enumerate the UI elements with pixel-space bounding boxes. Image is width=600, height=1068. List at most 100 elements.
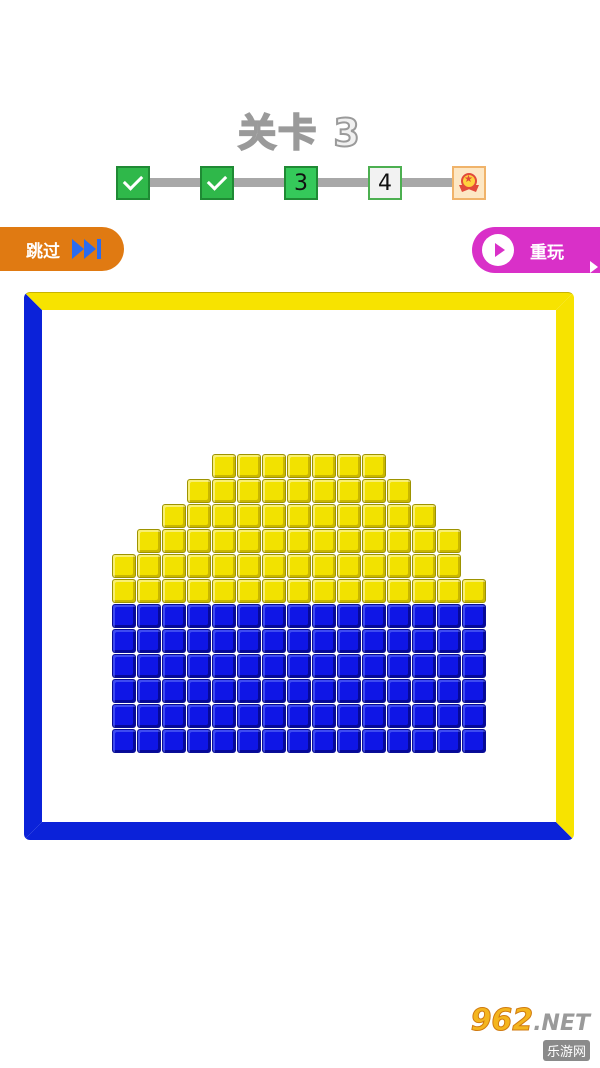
grid-cell[interactable]	[312, 454, 336, 478]
grid-cell[interactable]	[187, 579, 211, 603]
grid-cell[interactable]	[462, 629, 486, 653]
grid-cell[interactable]	[287, 504, 311, 528]
grid-cell[interactable]	[112, 679, 136, 703]
grid-cell[interactable]	[437, 704, 461, 728]
grid-cell[interactable]	[412, 554, 436, 578]
grid-cell[interactable]	[387, 629, 411, 653]
grid-cell[interactable]	[212, 729, 236, 753]
grid-cell[interactable]	[112, 654, 136, 678]
grid-cell[interactable]	[387, 529, 411, 553]
grid-cell[interactable]	[462, 604, 486, 628]
grid-cell[interactable]	[262, 579, 286, 603]
grid-cell[interactable]	[412, 604, 436, 628]
grid-cell[interactable]	[287, 679, 311, 703]
grid-cell[interactable]	[312, 704, 336, 728]
grid-cell[interactable]	[462, 729, 486, 753]
grid-cell[interactable]	[137, 729, 161, 753]
grid-cell[interactable]	[337, 479, 361, 503]
grid-cell[interactable]	[337, 554, 361, 578]
grid-cell[interactable]	[462, 704, 486, 728]
grid-cell[interactable]	[262, 679, 286, 703]
grid-cell[interactable]	[362, 554, 386, 578]
grid-cell[interactable]	[162, 704, 186, 728]
grid-cell[interactable]	[187, 479, 211, 503]
grid-cell[interactable]	[412, 704, 436, 728]
grid-cell[interactable]	[237, 604, 261, 628]
grid-cell[interactable]	[237, 554, 261, 578]
grid-cell[interactable]	[137, 579, 161, 603]
grid-cell[interactable]	[287, 654, 311, 678]
grid-cell[interactable]	[162, 654, 186, 678]
grid-cell[interactable]	[187, 529, 211, 553]
grid-cell[interactable]	[287, 454, 311, 478]
grid-cell[interactable]	[337, 679, 361, 703]
grid-cell[interactable]	[112, 704, 136, 728]
grid-cell[interactable]	[262, 654, 286, 678]
grid-cell[interactable]	[237, 629, 261, 653]
grid-cell[interactable]	[162, 504, 186, 528]
grid-cell[interactable]	[237, 654, 261, 678]
grid-cell[interactable]	[337, 529, 361, 553]
grid-cell[interactable]	[162, 729, 186, 753]
grid-cell[interactable]	[312, 579, 336, 603]
grid-cell[interactable]	[212, 529, 236, 553]
grid-cell[interactable]	[212, 604, 236, 628]
grid-cell[interactable]	[287, 554, 311, 578]
grid-cell[interactable]	[362, 604, 386, 628]
grid-cell[interactable]	[412, 629, 436, 653]
grid-cell[interactable]	[212, 504, 236, 528]
grid-cell[interactable]	[137, 529, 161, 553]
grid-cell[interactable]	[162, 629, 186, 653]
grid-cell[interactable]	[212, 554, 236, 578]
grid-cell[interactable]	[337, 654, 361, 678]
grid-cell[interactable]	[362, 629, 386, 653]
grid-cell[interactable]	[412, 729, 436, 753]
grid-cell[interactable]	[262, 454, 286, 478]
grid-cell[interactable]	[312, 729, 336, 753]
grid-cell[interactable]	[112, 554, 136, 578]
grid-cell[interactable]	[212, 629, 236, 653]
grid-cell[interactable]	[412, 504, 436, 528]
grid-cell[interactable]	[462, 579, 486, 603]
grid-cell[interactable]	[337, 704, 361, 728]
grid-cell[interactable]	[137, 554, 161, 578]
grid-cell[interactable]	[287, 579, 311, 603]
grid-cell[interactable]	[312, 554, 336, 578]
grid-cell[interactable]	[412, 529, 436, 553]
grid-cell[interactable]	[187, 654, 211, 678]
grid-cell[interactable]	[462, 654, 486, 678]
grid-cell[interactable]	[337, 729, 361, 753]
grid-cell[interactable]	[337, 604, 361, 628]
grid-cell[interactable]	[412, 679, 436, 703]
grid-cell[interactable]	[337, 454, 361, 478]
grid-cell[interactable]	[312, 679, 336, 703]
grid-cell[interactable]	[337, 579, 361, 603]
grid-cell[interactable]	[362, 479, 386, 503]
grid-cell[interactable]	[137, 704, 161, 728]
grid-cell[interactable]	[162, 579, 186, 603]
grid-cell[interactable]	[112, 729, 136, 753]
grid-cell[interactable]	[362, 579, 386, 603]
grid-cell[interactable]	[212, 679, 236, 703]
grid-cell[interactable]	[237, 479, 261, 503]
grid-cell[interactable]	[187, 554, 211, 578]
grid-cell[interactable]	[187, 629, 211, 653]
grid-cell[interactable]	[287, 604, 311, 628]
grid-cell[interactable]	[137, 629, 161, 653]
grid-cell[interactable]	[437, 679, 461, 703]
grid-cell[interactable]	[262, 529, 286, 553]
grid-cell[interactable]	[162, 679, 186, 703]
grid-cell[interactable]	[212, 704, 236, 728]
grid-cell[interactable]	[187, 604, 211, 628]
grid-cell[interactable]	[362, 654, 386, 678]
grid-cell[interactable]	[187, 729, 211, 753]
grid-cell[interactable]	[262, 729, 286, 753]
grid-cell[interactable]	[287, 529, 311, 553]
grid-cell[interactable]	[262, 629, 286, 653]
grid-cell[interactable]	[212, 579, 236, 603]
grid-cell[interactable]	[237, 504, 261, 528]
grid-cell[interactable]	[437, 629, 461, 653]
grid-cell[interactable]	[262, 704, 286, 728]
grid-cell[interactable]	[387, 504, 411, 528]
grid-cell[interactable]	[437, 579, 461, 603]
